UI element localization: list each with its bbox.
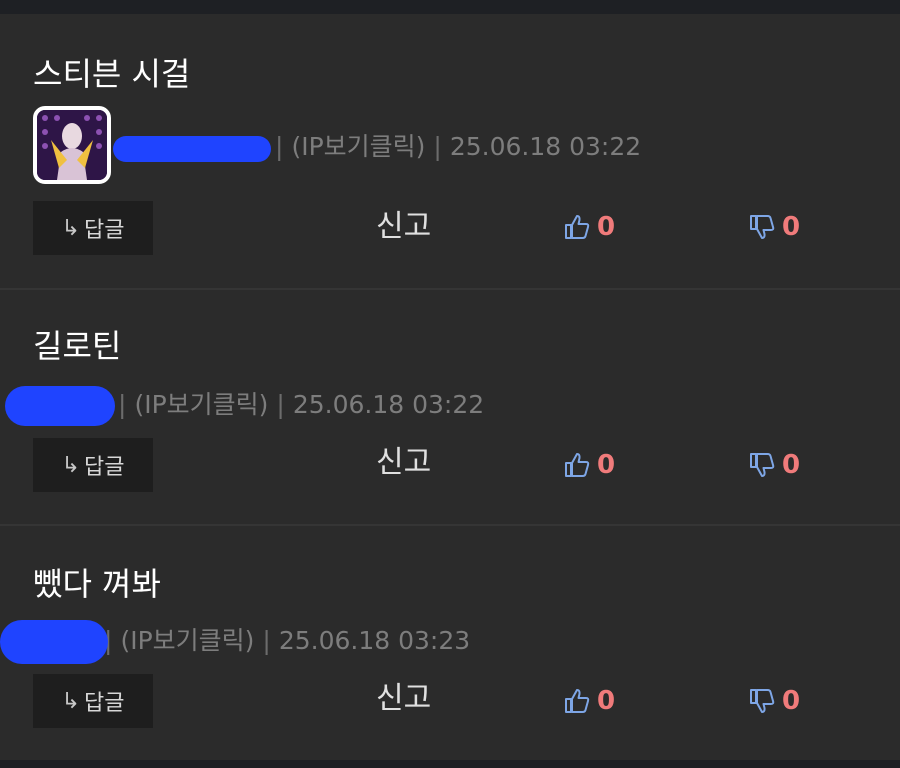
thumbs-up-icon bbox=[565, 689, 590, 713]
comment-text: 길로틴 bbox=[33, 327, 122, 365]
avatar[interactable] bbox=[33, 106, 111, 184]
thumbs-up-icon bbox=[565, 453, 590, 477]
reply-button[interactable]: ↳ 답글 bbox=[33, 201, 153, 255]
like-count: 0 bbox=[597, 212, 616, 242]
ip-link[interactable]: (IP보기클릭) bbox=[291, 132, 425, 161]
redaction-mark bbox=[5, 386, 115, 426]
top-bar bbox=[0, 0, 900, 14]
dislike-count: 0 bbox=[782, 450, 801, 480]
dislike-count: 0 bbox=[782, 686, 801, 716]
timestamp: 25.06.18 03:23 bbox=[278, 626, 471, 655]
report-button[interactable]: 신고 bbox=[376, 445, 431, 481]
like-count: 0 bbox=[597, 686, 616, 716]
timestamp: 25.06.18 03:22 bbox=[292, 390, 485, 419]
ip-link[interactable]: (IP보기클릭) bbox=[120, 626, 254, 655]
reply-arrow-icon: ↳ bbox=[61, 452, 80, 478]
timestamp: 25.06.18 03:22 bbox=[449, 132, 642, 161]
like-button[interactable]: 0 bbox=[563, 212, 615, 242]
reply-button[interactable]: ↳ 답글 bbox=[33, 674, 153, 728]
redaction-mark bbox=[0, 620, 108, 664]
report-button[interactable]: 신고 bbox=[376, 209, 431, 245]
dislike-button[interactable]: 0 bbox=[748, 450, 800, 480]
comment-item: 뺐다 껴봐 | (IP보기클릭) | 25.06.18 03:23 ↳ 답글 신고 0 … bbox=[0, 526, 900, 762]
reply-button[interactable]: ↳ 답글 bbox=[33, 438, 153, 492]
ip-link[interactable]: (IP보기클릭) bbox=[134, 390, 268, 419]
thumbs-down-icon bbox=[750, 689, 775, 713]
reply-arrow-icon: ↳ bbox=[61, 688, 80, 714]
comment-text: 뺐다 껴봐 bbox=[33, 565, 161, 603]
redaction-mark bbox=[113, 136, 271, 162]
dislike-button[interactable]: 0 bbox=[748, 212, 800, 242]
comment-item: 길로틴 | (IP보기클릭) | 25.06.18 03:22 ↳ 답글 신고 0 0 bbox=[0, 290, 900, 526]
like-button[interactable]: 0 bbox=[563, 450, 615, 480]
report-button[interactable]: 신고 bbox=[376, 681, 431, 717]
thumbs-down-icon bbox=[750, 215, 775, 239]
reply-arrow-icon: ↳ bbox=[61, 215, 80, 241]
reply-label: 답글 bbox=[83, 218, 125, 243]
like-count: 0 bbox=[597, 450, 616, 480]
thumbs-up-icon bbox=[565, 215, 590, 239]
reply-label: 답글 bbox=[83, 455, 125, 480]
bottom-bar bbox=[0, 760, 900, 768]
dislike-button[interactable]: 0 bbox=[748, 686, 800, 716]
dislike-count: 0 bbox=[782, 212, 801, 242]
comment-text: 스티븐 시걸 bbox=[33, 55, 191, 93]
reply-label: 답글 bbox=[83, 691, 125, 716]
thumbs-down-icon bbox=[750, 453, 775, 477]
comment-item: 스티븐 시걸 | (IP보기클릭) | 25.06.18 03:22 ↳ 답글 신고 0… bbox=[0, 14, 900, 290]
like-button[interactable]: 0 bbox=[563, 686, 615, 716]
